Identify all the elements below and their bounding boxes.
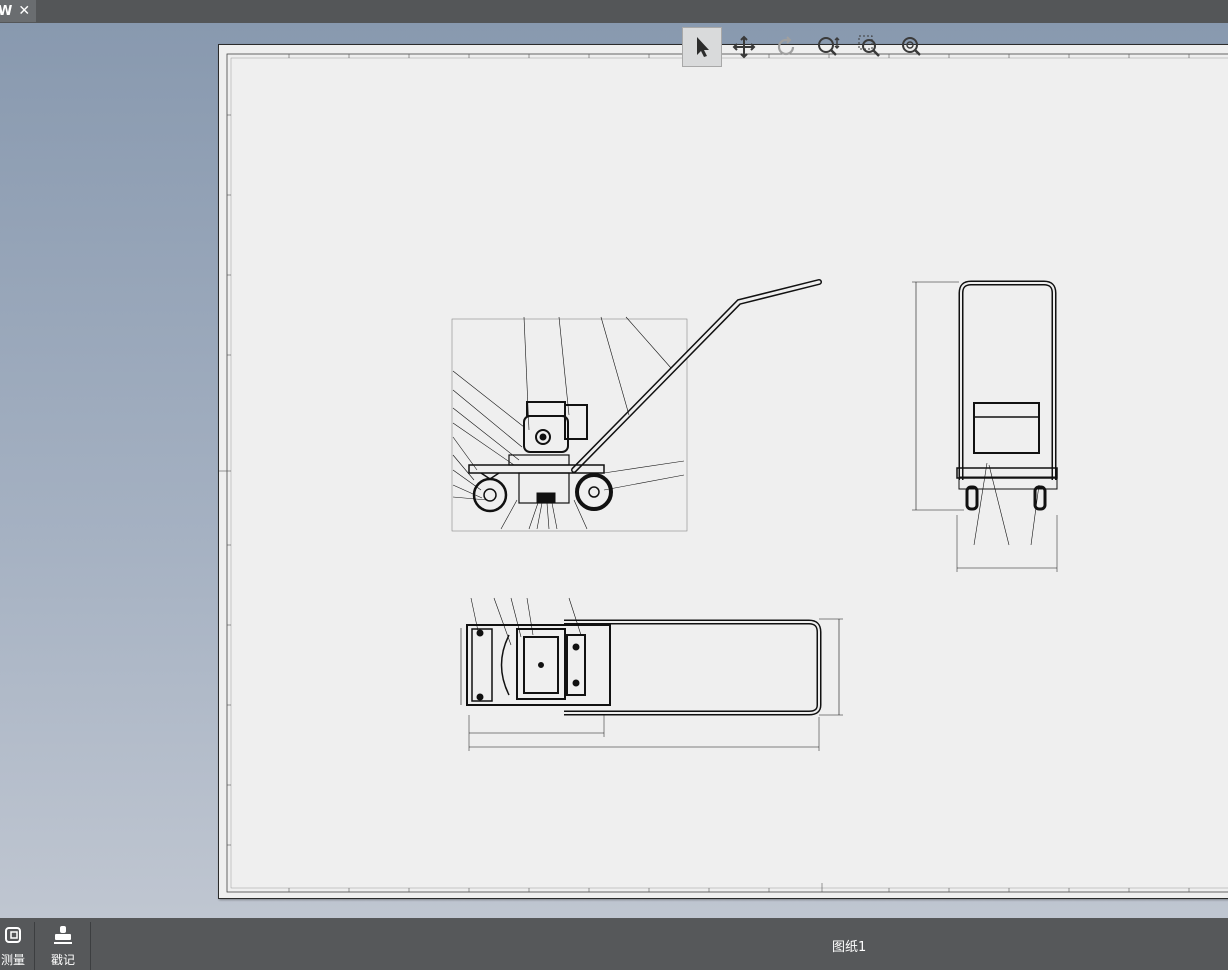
zoom-fit-icon (902, 37, 921, 56)
stamp-icon (54, 926, 72, 944)
rotate-icon (777, 36, 795, 56)
side-view (451, 279, 822, 532)
measure-button[interactable]: 测量 (0, 918, 32, 970)
view-toolbar (682, 27, 932, 69)
divider (34, 922, 35, 970)
sheet-border (226, 53, 1228, 893)
tab-label: W (0, 3, 13, 19)
move-icon (732, 35, 756, 59)
select-tool-button[interactable] (682, 27, 722, 67)
bottom-bar: 测量 戳记 图纸1 (0, 918, 1228, 970)
top-view (460, 597, 843, 751)
zoom-window-tool-button[interactable] (850, 27, 890, 67)
zoom-tool-button[interactable] (808, 27, 848, 67)
divider (90, 922, 91, 970)
title-bar: W ✕ (0, 0, 1228, 23)
close-icon[interactable]: ✕ (18, 3, 30, 19)
zoom-updown-icon (818, 37, 840, 56)
stamp-button[interactable]: 戳记 (44, 918, 82, 970)
stamp-label: 戳记 (50, 953, 75, 967)
pan-tool-button[interactable] (724, 27, 764, 67)
rotate-tool-button[interactable] (766, 27, 806, 67)
drawing-canvas (219, 53, 1228, 893)
measure-icon (5, 927, 21, 943)
zoom-window-icon (858, 35, 880, 57)
front-view (912, 280, 1058, 572)
zoom-fit-tool-button[interactable] (892, 27, 932, 67)
cursor-icon (697, 37, 709, 57)
document-tab[interactable]: W ✕ (0, 0, 36, 22)
drawing-sheet[interactable] (218, 44, 1228, 899)
measure-label: 测量 (0, 953, 25, 967)
sheet-tab[interactable]: 图纸1 (832, 936, 866, 955)
border-ticks (219, 54, 1190, 892)
